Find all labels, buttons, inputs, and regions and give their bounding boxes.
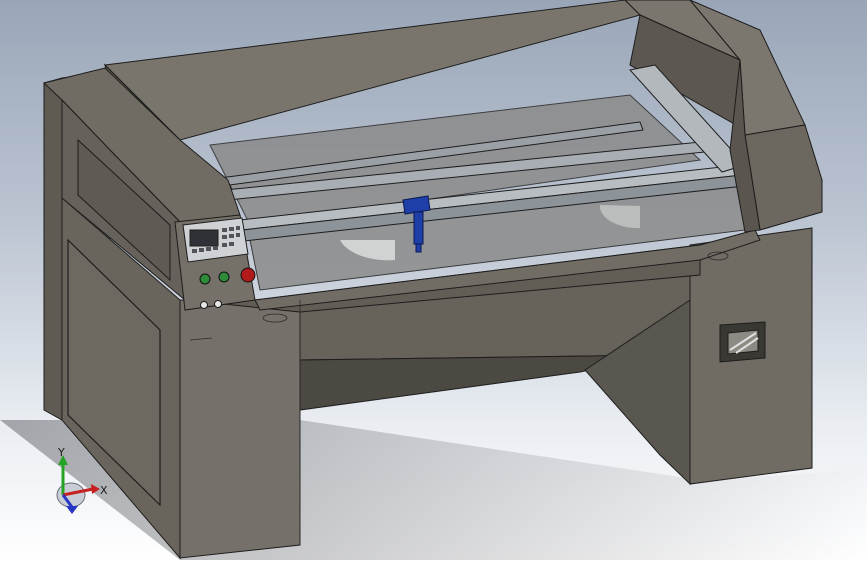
x-axis-label: X	[100, 484, 108, 497]
cad-viewport[interactable]: Y X	[0, 0, 867, 562]
y-axis-label: Y	[57, 446, 65, 459]
orientation-triad[interactable]: Y X	[0, 0, 867, 562]
x-axis-arrowhead	[91, 484, 100, 494]
z-axis-arrowhead	[66, 506, 78, 514]
